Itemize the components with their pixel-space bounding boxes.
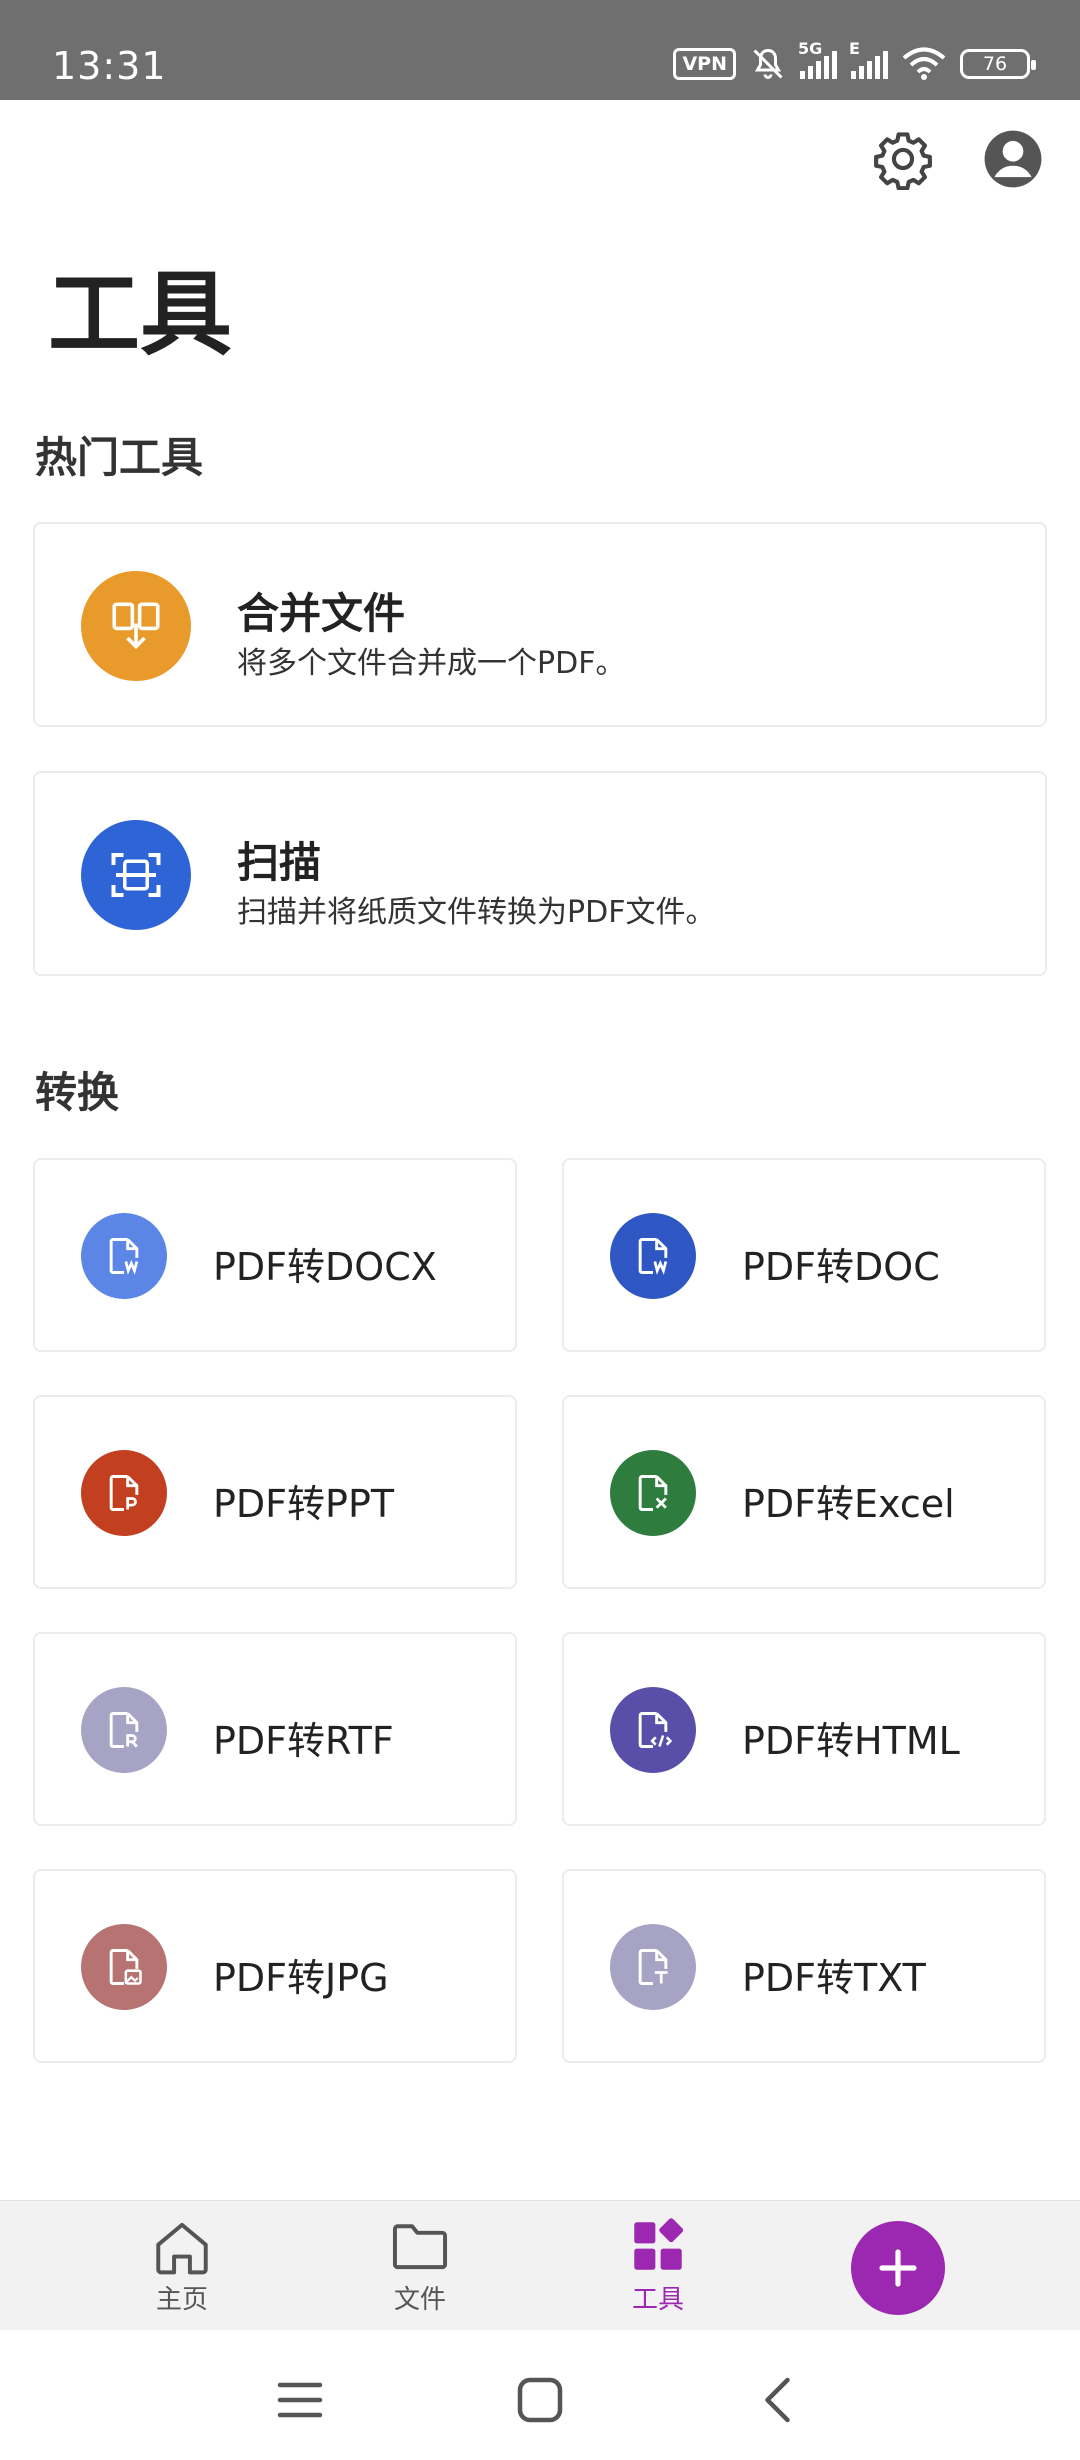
wifi-icon — [902, 47, 946, 80]
merge-files-desc: 将多个文件合并成一个PDF。 — [237, 646, 626, 681]
pdf-to-doc-label: PDF转DOC — [742, 1245, 940, 1289]
status-icons: VPN 5G E 76 — [673, 39, 1036, 82]
nav-tools-label: 工具 — [631, 2285, 684, 2315]
nav-home-label: 主页 — [155, 2285, 208, 2315]
pdf-to-html-card[interactable]: PDF转HTML — [562, 1632, 1046, 1826]
html-icon — [610, 1687, 696, 1773]
ppt-icon — [81, 1450, 167, 1536]
pdf-to-rtf-label: PDF转RTF — [213, 1719, 394, 1763]
status-time: 13:31 — [52, 44, 167, 88]
menu-icon[interactable] — [270, 2370, 330, 2430]
merge-files-title: 合并文件 — [237, 589, 406, 638]
pdf-to-excel-label: PDF转Excel — [742, 1482, 955, 1526]
section-title-hot-tools: 热门工具 — [35, 433, 204, 482]
pdf-to-docx-card[interactable]: PDF转DOCX — [33, 1158, 517, 1352]
signal-5g-icon: 5G — [798, 39, 837, 79]
doc-icon — [610, 1213, 696, 1299]
system-nav-bar — [0, 2330, 1080, 2460]
vpn-icon: VPN — [673, 48, 736, 80]
tools-grid-icon — [634, 2218, 684, 2270]
scan-icon — [81, 820, 191, 930]
pdf-to-doc-card[interactable]: PDF转DOC — [562, 1158, 1046, 1352]
battery-icon: 76 — [960, 49, 1036, 79]
nav-tools[interactable]: 工具 — [598, 2217, 718, 2316]
excel-icon — [610, 1450, 696, 1536]
pdf-to-docx-label: PDF转DOCX — [213, 1245, 437, 1289]
pdf-to-html-label: PDF转HTML — [742, 1719, 960, 1763]
pdf-to-txt-card[interactable]: PDF转TXT — [562, 1869, 1046, 2063]
merge-files-card[interactable]: 合并文件 将多个文件合并成一个PDF。 — [33, 522, 1047, 727]
nav-files-label: 文件 — [393, 2285, 446, 2315]
bell-muted-icon — [753, 48, 783, 79]
txt-icon — [610, 1924, 696, 2010]
gear-icon[interactable] — [872, 128, 934, 190]
signal-e-icon: E — [849, 39, 888, 79]
merge-files-icon — [81, 571, 191, 681]
pdf-to-excel-card[interactable]: PDF转Excel — [562, 1395, 1046, 1589]
back-icon[interactable] — [750, 2370, 810, 2430]
rtf-icon — [81, 1687, 167, 1773]
jpg-icon — [81, 1924, 167, 2010]
home-icon — [156, 2222, 208, 2275]
folder-icon — [392, 2224, 448, 2270]
pdf-to-jpg-label: PDF转JPG — [213, 1956, 389, 2000]
nav-home[interactable]: 主页 — [122, 2217, 242, 2316]
pdf-to-txt-label: PDF转TXT — [742, 1956, 926, 2000]
docx-icon — [81, 1213, 167, 1299]
scan-card[interactable]: 扫描 扫描并将纸质文件转换为PDF文件。 — [33, 771, 1047, 976]
add-button[interactable] — [851, 2221, 945, 2315]
page-title: 工具 — [48, 261, 233, 368]
plus-icon — [879, 2249, 917, 2287]
pdf-to-jpg-card[interactable]: PDF转JPG — [33, 1869, 517, 2063]
scan-desc: 扫描并将纸质文件转换为PDF文件。 — [237, 895, 716, 930]
pdf-to-rtf-card[interactable]: PDF转RTF — [33, 1632, 517, 1826]
nav-files[interactable]: 文件 — [360, 2217, 480, 2316]
pdf-to-ppt-label: PDF转PPT — [213, 1482, 395, 1526]
pdf-to-ppt-card[interactable]: PDF转PPT — [33, 1395, 517, 1589]
status-bar: 13:31 VPN 5G E 76 — [0, 0, 1080, 100]
bottom-nav: 主页 文件 工具 — [0, 2200, 1080, 2330]
account-circle-icon[interactable] — [982, 128, 1044, 190]
scan-title: 扫描 — [237, 838, 322, 887]
home-square-icon[interactable] — [510, 2370, 570, 2430]
section-title-convert: 转换 — [35, 1068, 120, 1117]
